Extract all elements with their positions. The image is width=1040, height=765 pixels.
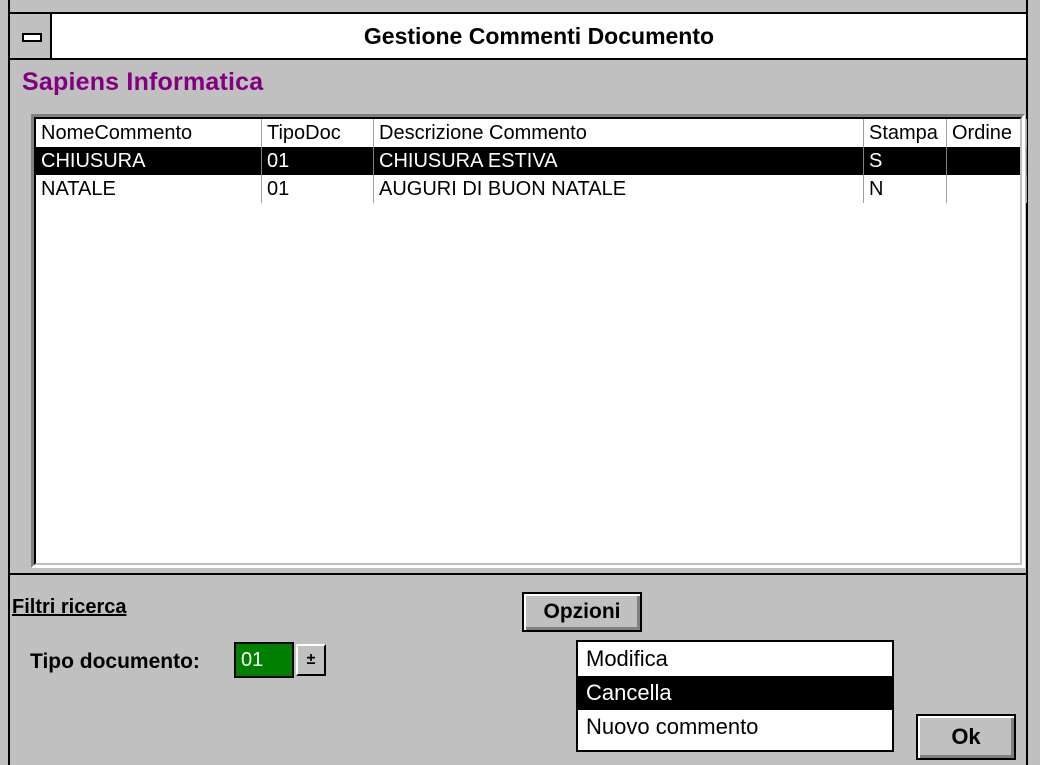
cell-nome: NATALE: [36, 175, 262, 203]
menu-item-modifica[interactable]: Modifica: [578, 642, 892, 676]
dropdown-arrow-icon[interactable]: ±: [296, 644, 326, 676]
column-header-ordine[interactable]: Ordine: [947, 119, 1027, 147]
window-title: Gestione Commenti Documento: [363, 23, 715, 49]
minus-icon: [22, 33, 42, 42]
dialog-window: Gestione Commenti Documento Sapiens Info…: [0, 0, 1040, 765]
cell-ordine: [947, 175, 1027, 203]
ok-button[interactable]: Ok: [916, 714, 1016, 760]
cell-descrizione: AUGURI DI BUON NATALE: [374, 175, 864, 203]
grid-header-row: NomeCommento TipoDoc Descrizione Comment…: [36, 119, 1027, 147]
cell-stampa: S: [864, 147, 947, 175]
tipo-documento-field[interactable]: 01: [234, 642, 294, 678]
filters-title: Filtri ricerca: [12, 596, 127, 618]
grid-body: NomeCommento TipoDoc Descrizione Comment…: [34, 117, 1027, 565]
comments-grid[interactable]: NomeCommento TipoDoc Descrizione Comment…: [31, 114, 1027, 568]
cell-descrizione: CHIUSURA ESTIVA: [374, 147, 864, 175]
column-header-descrizione[interactable]: Descrizione Commento: [374, 119, 864, 147]
menu-item-nuovo-commento[interactable]: Nuovo commento: [578, 710, 892, 744]
column-header-stampa[interactable]: Stampa: [864, 119, 947, 147]
cell-stampa: N: [864, 175, 947, 203]
system-menu-button[interactable]: [10, 14, 52, 58]
cell-ordine: [947, 147, 1027, 175]
company-name: Sapiens Informatica: [22, 68, 264, 96]
window-left-border: [8, 0, 10, 765]
opzioni-button[interactable]: Opzioni: [522, 592, 642, 632]
cell-nome: CHIUSURA: [36, 147, 262, 175]
cell-tipo: 01: [262, 147, 374, 175]
options-menu: Modifica Cancella Nuovo commento: [576, 640, 894, 752]
window-right-border: [1026, 0, 1028, 765]
column-header-tipo[interactable]: TipoDoc: [262, 119, 374, 147]
table-row[interactable]: NATALE 01 AUGURI DI BUON NATALE N: [36, 175, 1027, 203]
cell-tipo: 01: [262, 175, 374, 203]
tipo-documento-label: Tipo documento:: [30, 650, 200, 673]
column-header-nome[interactable]: NomeCommento: [36, 119, 262, 147]
table-row[interactable]: CHIUSURA 01 CHIUSURA ESTIVA S: [36, 147, 1027, 175]
separator-line: [10, 573, 1026, 575]
menu-item-cancella[interactable]: Cancella: [578, 676, 892, 710]
title-bar: Gestione Commenti Documento: [10, 12, 1026, 60]
